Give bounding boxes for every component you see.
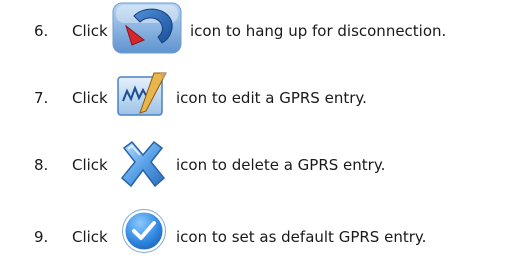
step-number: 6.	[34, 22, 49, 40]
step-description: icon to set as default GPRS entry.	[176, 228, 427, 246]
delete-icon	[118, 140, 168, 188]
instruction-step-6: 6. Click icon to hang up for disconnecti…	[0, 0, 513, 60]
instruction-step-7: 7. Click icon to edit a GPRS entry.	[0, 71, 513, 131]
step-description: icon to edit a GPRS entry.	[176, 89, 367, 107]
step-click-label: Click	[72, 22, 108, 40]
instruction-list: 6. Click icon to hang up for disconnecti…	[0, 0, 513, 271]
instruction-step-8: 8. Click icon to delete a GPRS entry.	[0, 138, 513, 198]
step-number: 7.	[34, 89, 49, 107]
edit-icon	[116, 71, 172, 117]
step-click-label: Click	[72, 228, 108, 246]
step-click-label: Click	[72, 156, 108, 174]
checkmark-icon	[120, 208, 168, 254]
step-click-label: Click	[72, 89, 108, 107]
instruction-step-9: 9. Click icon to set as default GPRS ent…	[0, 206, 513, 266]
step-number: 9.	[34, 228, 49, 246]
hang-up-icon	[112, 2, 182, 54]
step-description: icon to delete a GPRS entry.	[176, 156, 386, 174]
step-description: icon to hang up for disconnection.	[190, 22, 447, 40]
step-number: 8.	[34, 156, 49, 174]
